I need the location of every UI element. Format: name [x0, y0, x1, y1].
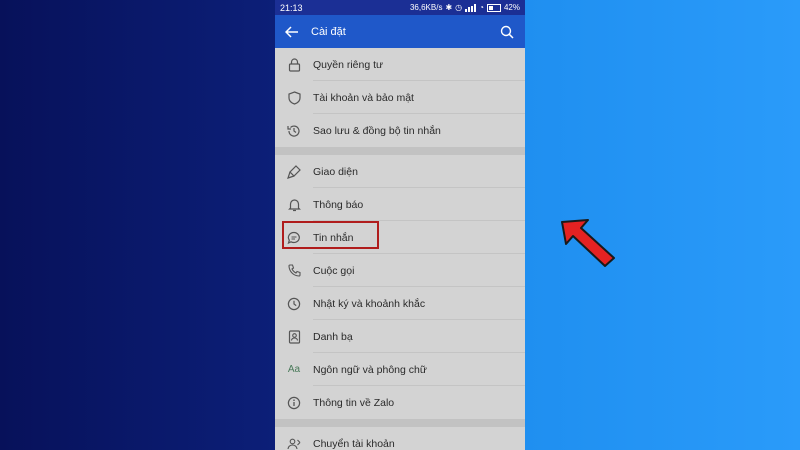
clock-icon [286, 296, 302, 312]
info-icon [286, 395, 302, 411]
status-bar: 21:13 36,6KB/s ✱ ◷ ◔ 42% [275, 0, 525, 15]
phone-icon [286, 263, 302, 279]
settings-item-privacy[interactable]: Quyền riêng tư [275, 48, 525, 81]
highlight-box [282, 221, 379, 249]
network-speed: 36,6KB/s [409, 3, 443, 12]
history-icon [286, 123, 302, 139]
shield-icon [286, 90, 302, 106]
settings-item-contacts[interactable]: Danh bạ [275, 320, 525, 353]
status-indicators: 36,6KB/s ✱ ◷ ◔ 42% [410, 3, 520, 12]
contacts-icon [286, 329, 302, 345]
switch-account-icon [286, 436, 302, 450]
settings-item-label: Chuyển tài khoản [313, 437, 395, 450]
settings-item-label: Tài khoản và bảo mật [313, 91, 414, 104]
battery-icon [486, 3, 501, 12]
settings-item-label: Ngôn ngữ và phông chữ [313, 363, 427, 376]
alarm-icon: ◷ [455, 3, 463, 12]
bell-icon [286, 197, 302, 213]
settings-item-label: Thông tin về Zalo [313, 396, 395, 409]
section-divider [275, 147, 525, 155]
settings-item-account-security[interactable]: Tài khoản và bảo mật [275, 81, 525, 114]
left-background [0, 0, 275, 450]
bluetooth-icon: ✱ [445, 3, 453, 12]
settings-item-label: Thông báo [313, 198, 364, 211]
settings-item-backup-sync[interactable]: Sao lưu & đồng bộ tin nhắn [275, 114, 525, 147]
brush-icon [286, 164, 302, 180]
settings-item-about-zalo[interactable]: Thông tin về Zalo [275, 386, 525, 419]
section-divider [275, 419, 525, 427]
battery-percent: 42% [503, 3, 520, 12]
search-icon[interactable] [499, 24, 515, 40]
language-icon: Aa [287, 364, 301, 375]
settings-item-label: Quyền riêng tư [313, 58, 384, 71]
lock-icon [286, 57, 302, 73]
page-title: Cài đặt [311, 25, 346, 38]
signal-icon [465, 3, 477, 12]
settings-item-label: Nhật ký và khoảnh khắc [313, 297, 426, 310]
settings-item-label: Cuộc gọi [313, 264, 355, 277]
arrow-left-icon[interactable] [285, 24, 301, 40]
settings-item-switch-account[interactable]: Chuyển tài khoản [275, 427, 525, 450]
settings-group-general: Giao diện Thông báo Tin nhắn Cuộc gọi Nh… [275, 155, 525, 419]
settings-item-language-font[interactable]: Aa Ngôn ngữ và phông chữ [275, 353, 525, 386]
settings-item-calls[interactable]: Cuộc gọi [275, 254, 525, 287]
app-bar: Cài đặt [275, 15, 525, 48]
settings-group-account: Chuyển tài khoản [275, 427, 525, 450]
settings-item-notifications[interactable]: Thông báo [275, 188, 525, 221]
status-time: 21:13 [280, 2, 303, 13]
pointer-arrow-icon [561, 219, 615, 267]
settings-item-label: Giao diện [313, 165, 358, 178]
settings-list: Quyền riêng tư Tài khoản và bảo mật Sao … [275, 48, 525, 450]
settings-item-appearance[interactable]: Giao diện [275, 155, 525, 188]
settings-item-label: Danh bạ [313, 330, 353, 343]
settings-group-privacy: Quyền riêng tư Tài khoản và bảo mật Sao … [275, 48, 525, 147]
wifi-icon: ◔ [479, 3, 484, 12]
settings-item-label: Sao lưu & đồng bộ tin nhắn [313, 124, 441, 137]
settings-item-timeline[interactable]: Nhật ký và khoảnh khắc [275, 287, 525, 320]
